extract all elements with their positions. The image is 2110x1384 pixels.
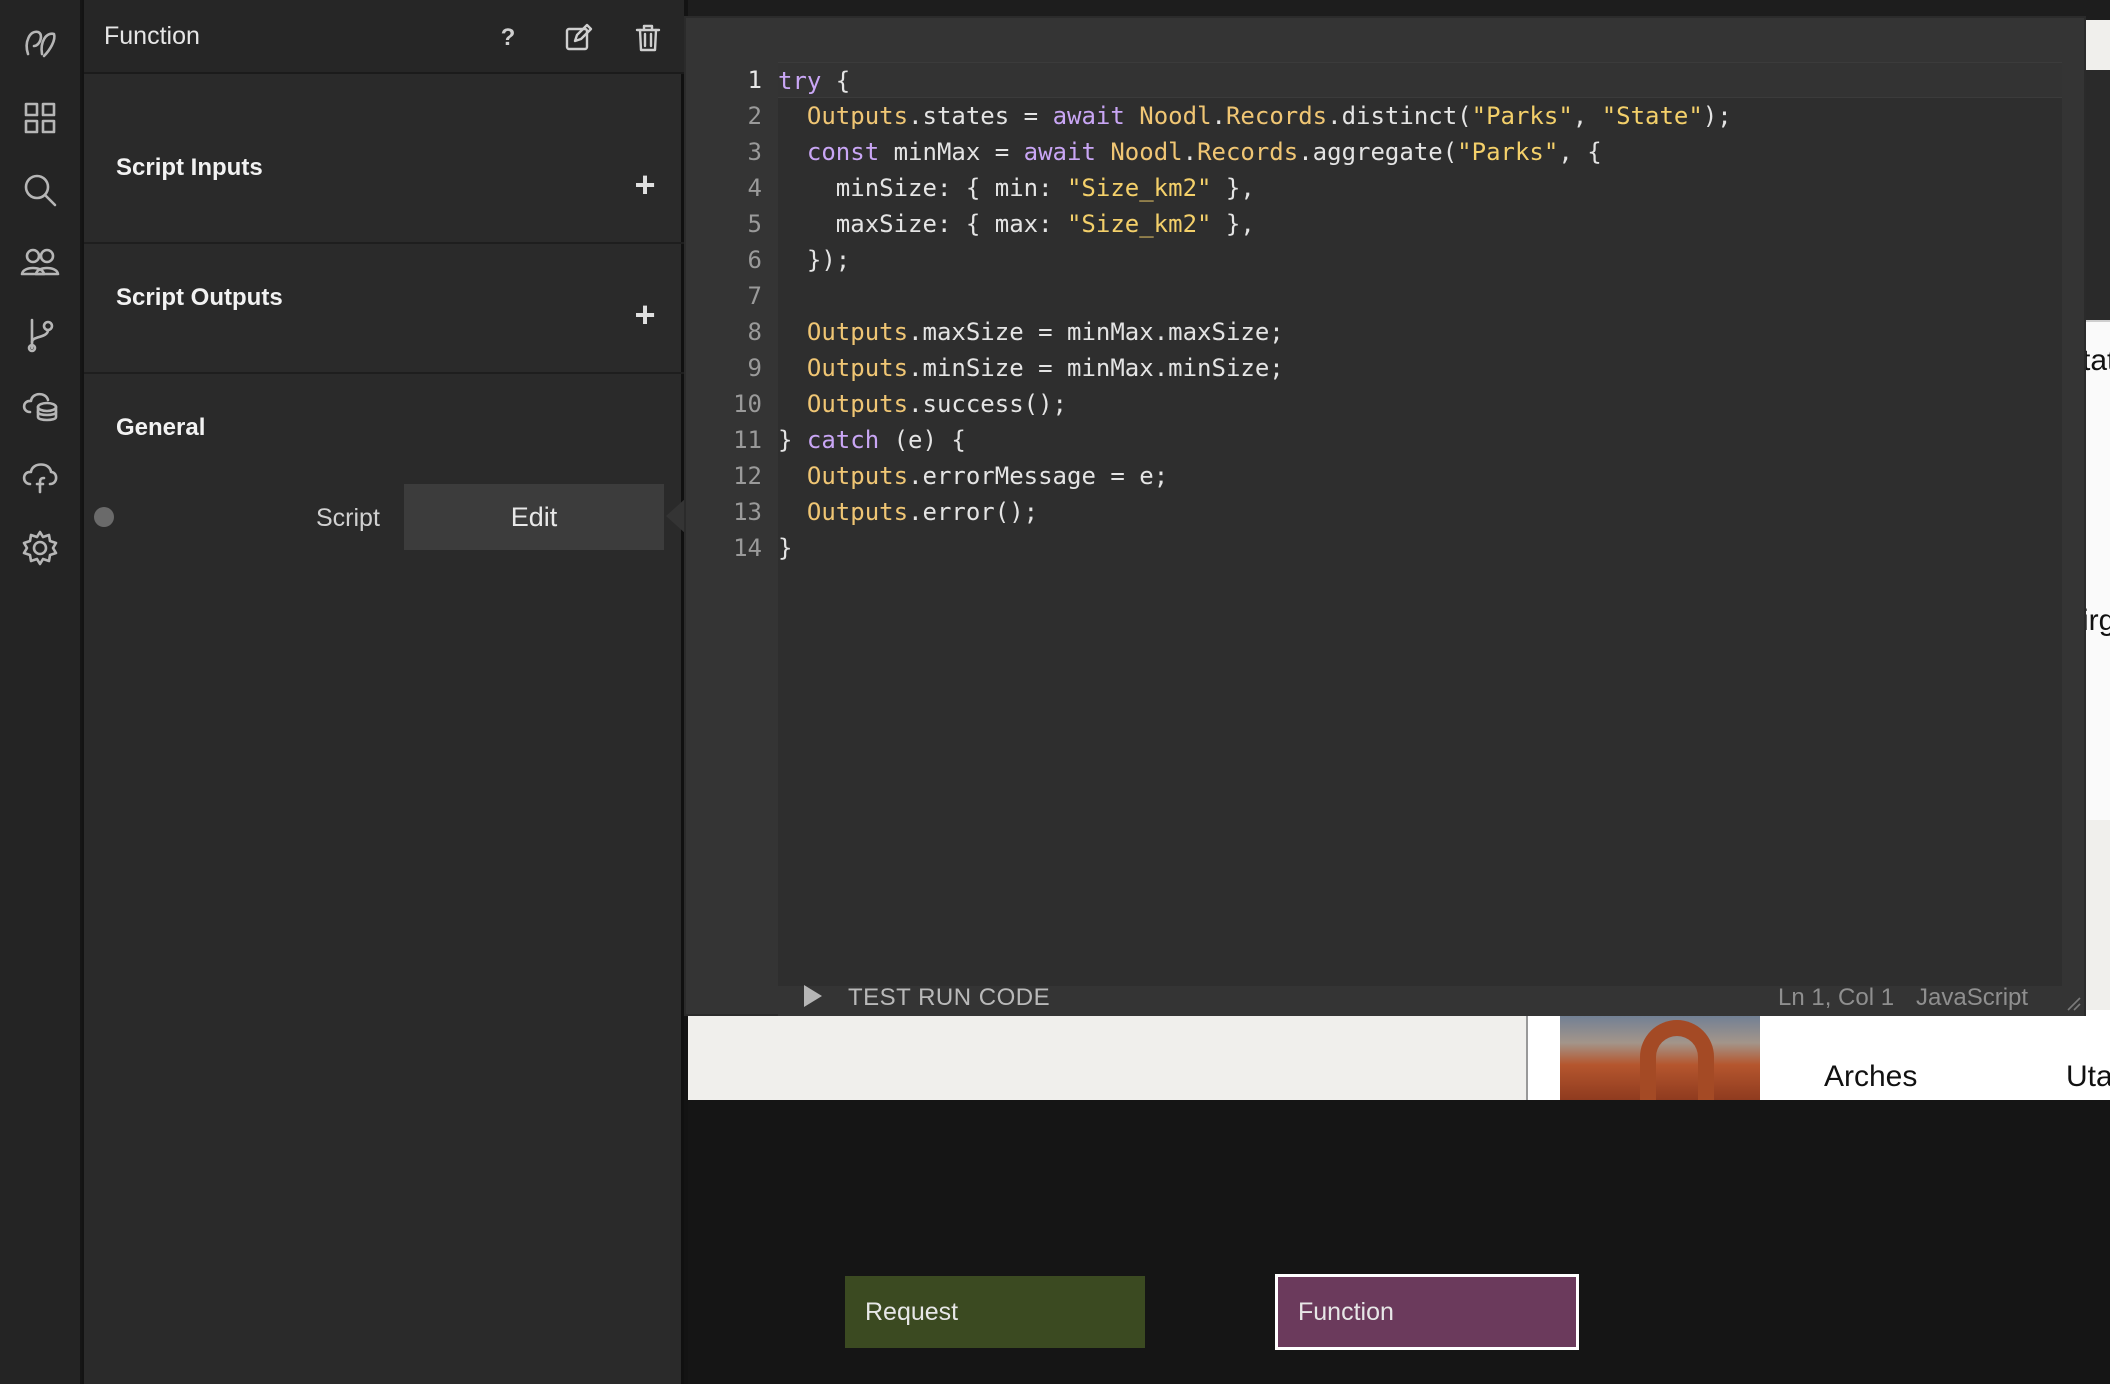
park-state: Uta — [2066, 1060, 2110, 1093]
code-line: }); — [778, 246, 851, 274]
help-button[interactable]: ? — [490, 20, 526, 56]
code-line: } catch (e) { — [778, 426, 966, 454]
sidebar-rail — [0, 0, 82, 1384]
code-line: Outputs.success(); — [806, 390, 1068, 418]
line-number: 9 — [747, 354, 762, 382]
function-node[interactable]: Function — [1275, 1274, 1579, 1350]
script-label: Script — [316, 504, 380, 532]
panel-header: Function ? — [84, 0, 684, 74]
arch-shape — [1640, 1020, 1714, 1100]
code-line: Outputs.states = await Noodl.Records.dis… — [806, 102, 1732, 130]
components-grid-icon[interactable] — [16, 94, 64, 142]
code-line: maxSize: { max: "Size_km2" }, — [778, 210, 1255, 238]
code-line: Outputs.errorMessage = e; — [806, 462, 1169, 490]
noodl-logo-icon[interactable] — [16, 20, 64, 68]
park-name: Arches — [1824, 1060, 1918, 1093]
resize-grip-icon[interactable] — [2064, 994, 2082, 1012]
cloud-function-icon[interactable] — [16, 452, 64, 500]
editor-status-bar: TEST RUN CODE Ln 1, Col 1 JavaScript — [778, 984, 2084, 1016]
edit-icon — [565, 23, 593, 51]
script-inputs-section: Script Inputs + — [84, 74, 684, 244]
script-inputs-title: Script Inputs — [116, 154, 263, 181]
search-icon[interactable] — [16, 166, 64, 214]
line-number: 13 — [733, 498, 762, 526]
code-line: Outputs.minSize = minMax.minSize; — [806, 354, 1284, 382]
script-property-row: Script Edit — [84, 484, 684, 550]
line-number-gutter: 1 2 3 4 5 6 7 8 9 10 11 12 13 14 — [686, 62, 778, 986]
line-number: 7 — [747, 282, 762, 310]
add-input-button[interactable]: + — [630, 167, 660, 203]
trash-icon — [635, 24, 661, 52]
line-number: 5 — [747, 210, 762, 238]
line-number: 14 — [733, 534, 762, 562]
line-number: 12 — [733, 462, 762, 490]
code-line: try { — [778, 62, 2062, 98]
code-line: minSize: { min: "Size_km2" }, — [778, 174, 1255, 202]
preview-cut-text: irg — [2082, 604, 2110, 637]
line-number: 3 — [747, 138, 762, 166]
play-icon[interactable] — [804, 985, 822, 1007]
code-line: Outputs.error(); — [806, 498, 1039, 526]
language-mode[interactable]: JavaScript — [1916, 984, 2028, 1012]
preview-cut-text: tat — [2082, 344, 2110, 377]
cloud-database-icon[interactable] — [16, 382, 64, 430]
line-number: 8 — [747, 318, 762, 346]
delete-button[interactable] — [630, 20, 666, 56]
branch-icon[interactable] — [16, 310, 64, 358]
park-thumbnail — [1560, 1012, 1760, 1100]
cursor-position: Ln 1, Col 1 — [1778, 984, 1895, 1011]
line-number: 2 — [747, 102, 762, 130]
edit-script-button[interactable]: Edit — [404, 484, 664, 550]
request-node[interactable]: Request — [845, 1276, 1145, 1348]
panel-title: Function — [104, 22, 200, 50]
rename-button[interactable] — [560, 20, 596, 56]
line-number: 4 — [747, 174, 762, 202]
add-output-button[interactable]: + — [630, 297, 660, 333]
settings-gear-icon[interactable] — [16, 524, 64, 572]
line-number: 6 — [747, 246, 762, 274]
script-outputs-title: Script Outputs — [116, 284, 283, 311]
test-run-code-button[interactable]: TEST RUN CODE — [848, 984, 1050, 1012]
code-text-area[interactable]: try { Outputs.states = await Noodl.Recor… — [778, 62, 2062, 986]
general-section: General — [84, 374, 684, 454]
script-outputs-section: Script Outputs + — [84, 244, 684, 374]
property-panel: Function ? Script Inputs + Script Output… — [84, 0, 684, 1384]
general-title: General — [116, 414, 206, 441]
code-line: const minMax = await Noodl.Records.aggre… — [806, 138, 1602, 166]
line-number: 11 — [733, 426, 762, 454]
line-number: 1 — [747, 66, 762, 94]
line-number: 10 — [733, 390, 762, 418]
help-icon: ? — [500, 24, 516, 51]
port-dot-icon[interactable] — [94, 507, 114, 527]
code-editor-popup: 1 2 3 4 5 6 7 8 9 10 11 12 13 14 try { O… — [684, 16, 2086, 1016]
code-line: Outputs.maxSize = minMax.maxSize; — [806, 318, 1284, 346]
code-line: } — [778, 534, 793, 562]
users-icon[interactable] — [16, 238, 64, 286]
